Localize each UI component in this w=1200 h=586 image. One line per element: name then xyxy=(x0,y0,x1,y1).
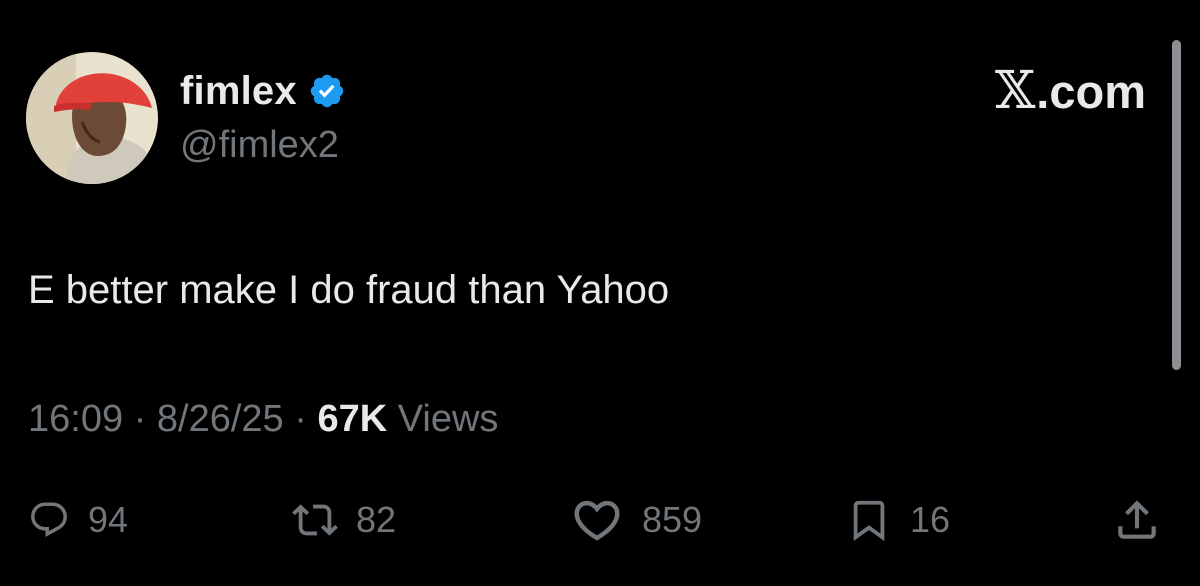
x-logo-icon: 𝕏 xyxy=(994,61,1036,121)
bookmark-count: 16 xyxy=(910,499,951,540)
like-button[interactable]: 859 xyxy=(570,490,702,550)
share-button[interactable] xyxy=(1112,490,1162,550)
repost-icon xyxy=(292,504,338,536)
tweet-actions: 94 82 859 16 xyxy=(0,490,1200,550)
views-count[interactable]: 67K xyxy=(317,398,387,441)
tweet-date[interactable]: 8/26/25 xyxy=(157,398,284,441)
x-com-logo: 𝕏 .com xyxy=(994,61,1146,121)
tweet-time[interactable]: 16:09 xyxy=(28,398,123,441)
tweet-meta: 16:09 · 8/26/25 · 67K Views xyxy=(28,398,498,441)
bookmark-button[interactable]: 16 xyxy=(846,490,950,550)
share-icon xyxy=(1118,500,1156,539)
avatar[interactable] xyxy=(26,52,158,184)
meta-separator: · xyxy=(123,398,157,440)
repost-button[interactable]: 82 xyxy=(292,490,396,550)
brand-domain: .com xyxy=(1036,64,1146,118)
tweet-text: E better make I do fraud than Yahoo xyxy=(28,268,670,312)
reply-button[interactable]: 94 xyxy=(28,490,128,550)
scrollbar[interactable] xyxy=(1172,40,1181,370)
views-label: Views xyxy=(387,398,499,440)
author-name-row[interactable]: fimlex xyxy=(180,66,347,116)
bookmark-icon xyxy=(853,500,885,541)
verified-badge-icon xyxy=(307,71,347,111)
author-display-name[interactable]: fimlex xyxy=(180,69,297,114)
reply-count: 94 xyxy=(88,499,129,540)
reply-icon xyxy=(31,502,67,537)
meta-separator: · xyxy=(283,398,318,440)
avatar-image xyxy=(26,52,158,184)
repost-count: 82 xyxy=(356,499,397,540)
author-handle[interactable]: @fimlex2 xyxy=(180,124,339,167)
like-count: 859 xyxy=(642,499,703,540)
heart-icon xyxy=(574,500,620,541)
